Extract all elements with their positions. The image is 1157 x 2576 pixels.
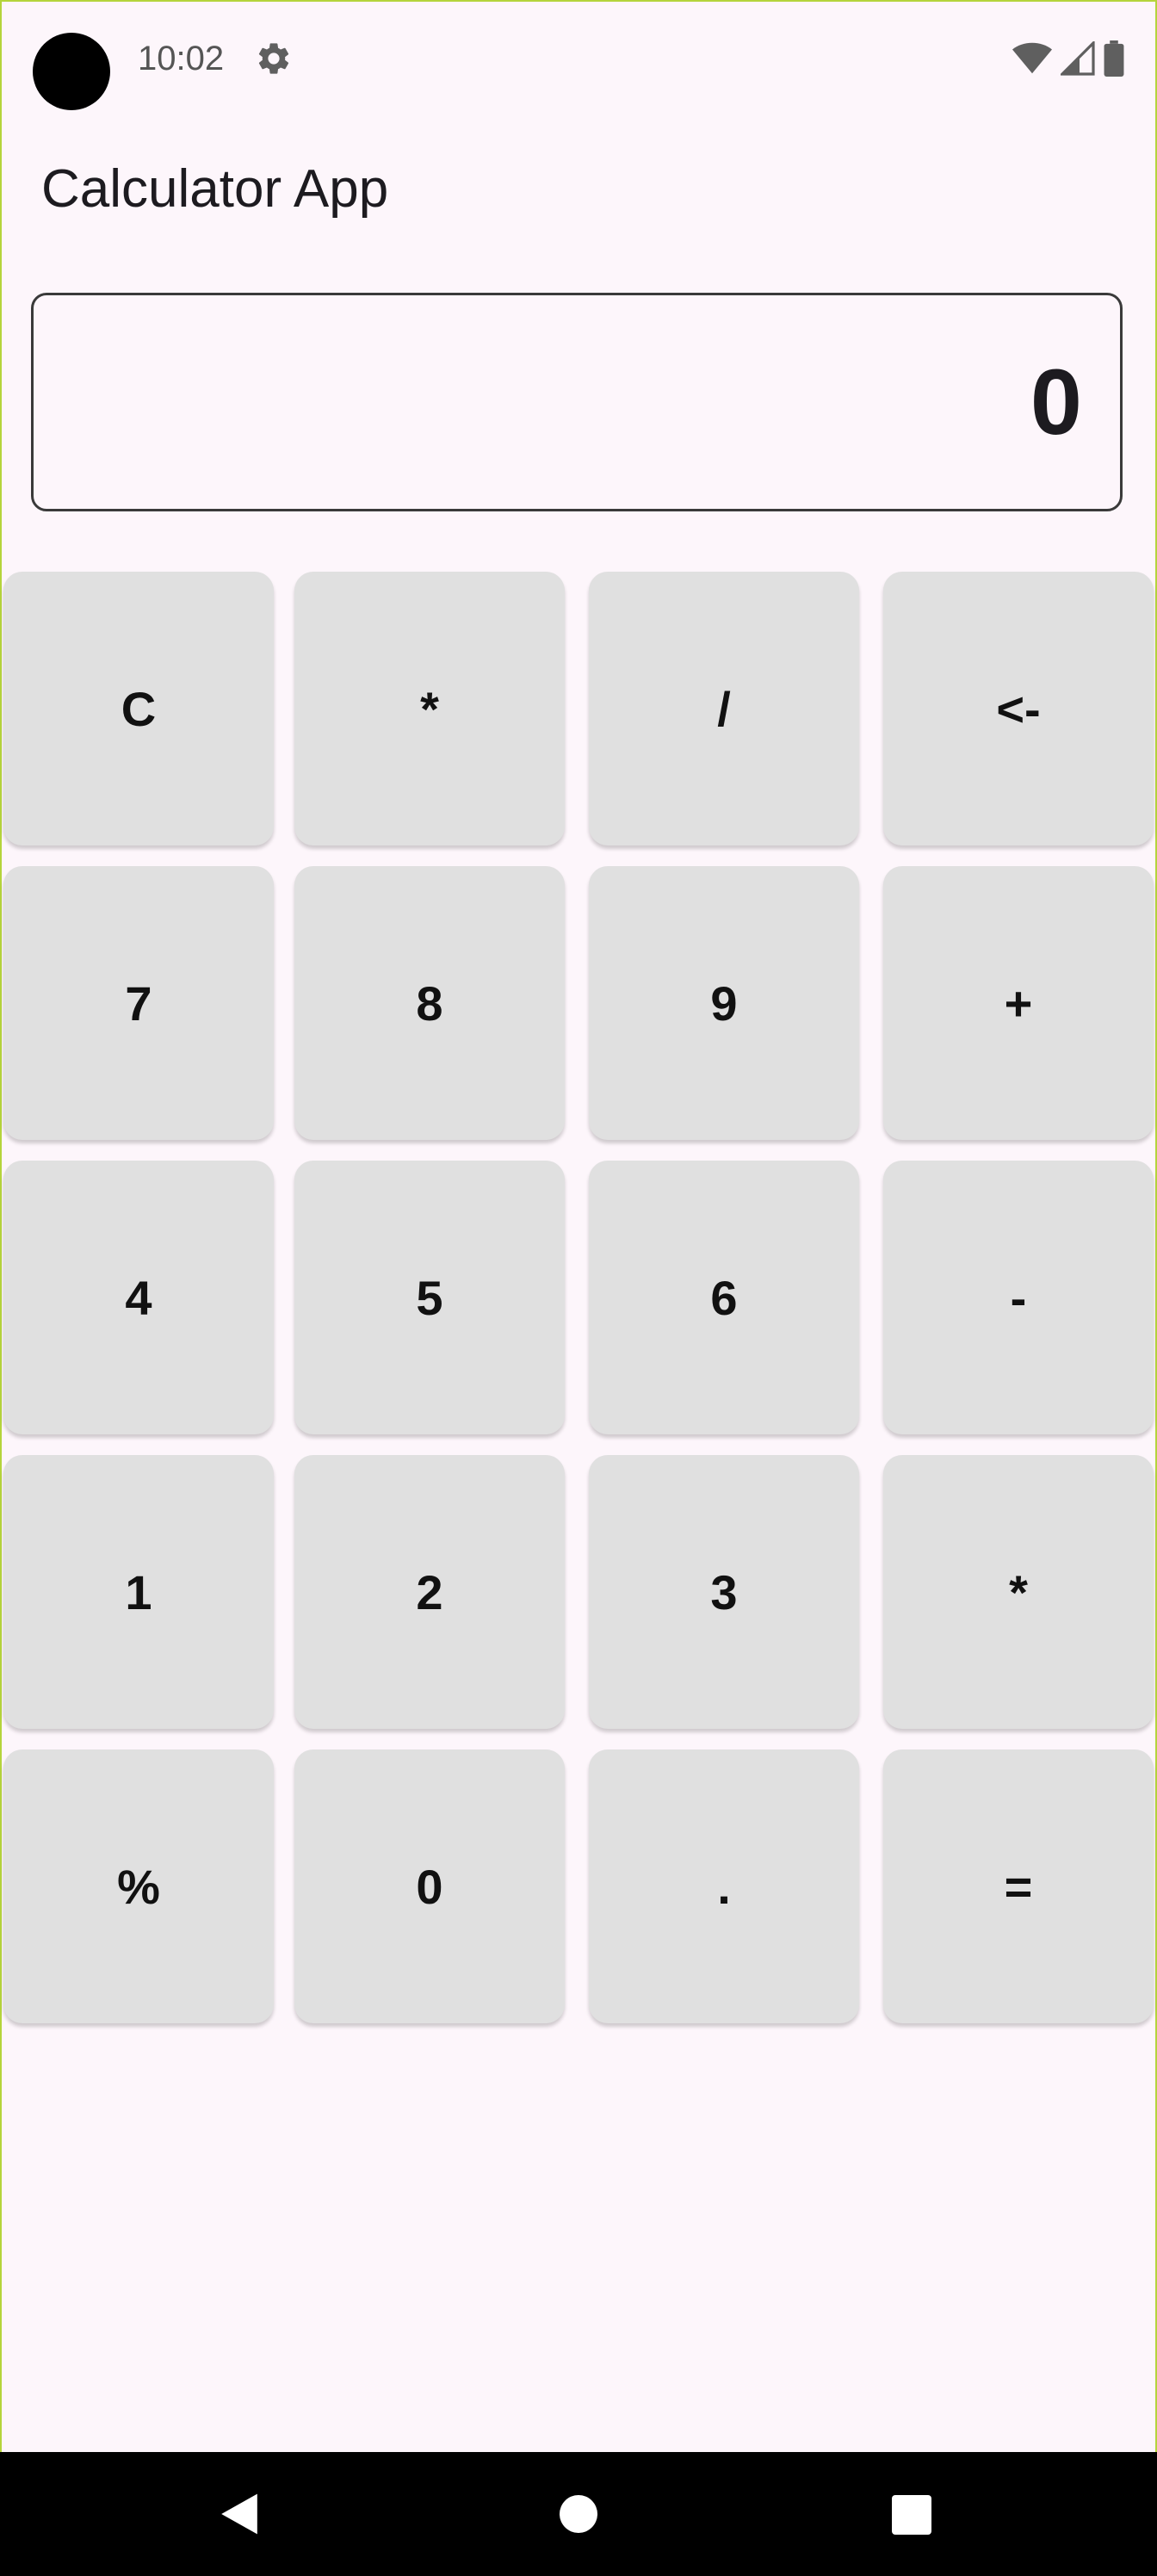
digit-0-button[interactable]: 0 <box>294 1749 565 2023</box>
subtract-button[interactable]: - <box>883 1161 1154 1434</box>
digit-7-button[interactable]: 7 <box>3 866 274 1140</box>
digit-5-button[interactable]: 5 <box>294 1161 565 1434</box>
backspace-button[interactable]: <- <box>883 572 1154 845</box>
calculator-display: 0 <box>31 293 1123 511</box>
home-icon[interactable] <box>560 2495 597 2533</box>
divide-button[interactable]: / <box>589 572 859 845</box>
camera-cutout <box>33 33 110 110</box>
multiply-button-2[interactable]: * <box>883 1455 1154 1729</box>
status-bar: 10:02 <box>0 0 1157 121</box>
digit-8-button[interactable]: 8 <box>294 866 565 1140</box>
add-button[interactable]: + <box>883 866 1154 1140</box>
digit-4-button[interactable]: 4 <box>3 1161 274 1434</box>
display-value: 0 <box>1030 350 1082 454</box>
digit-1-button[interactable]: 1 <box>3 1455 274 1729</box>
wifi-icon <box>1012 42 1052 74</box>
clear-button[interactable]: C <box>3 572 274 845</box>
app-title: Calculator App <box>41 159 389 219</box>
signal-icon <box>1061 41 1095 76</box>
percent-button[interactable]: % <box>3 1749 274 2023</box>
status-icons <box>1012 40 1124 77</box>
decimal-button[interactable]: . <box>589 1749 859 2023</box>
digit-3-button[interactable]: 3 <box>589 1455 859 1729</box>
digit-6-button[interactable]: 6 <box>589 1161 859 1434</box>
digit-2-button[interactable]: 2 <box>294 1455 565 1729</box>
settings-icon <box>258 43 289 74</box>
multiply-button[interactable]: * <box>294 572 565 845</box>
recents-icon[interactable] <box>892 2495 931 2535</box>
digit-9-button[interactable]: 9 <box>589 866 859 1140</box>
battery-icon <box>1104 40 1124 77</box>
equals-button[interactable]: = <box>883 1749 1154 2023</box>
navigation-bar <box>0 2452 1157 2576</box>
back-icon[interactable] <box>217 2492 262 2536</box>
status-time: 10:02 <box>138 40 225 77</box>
